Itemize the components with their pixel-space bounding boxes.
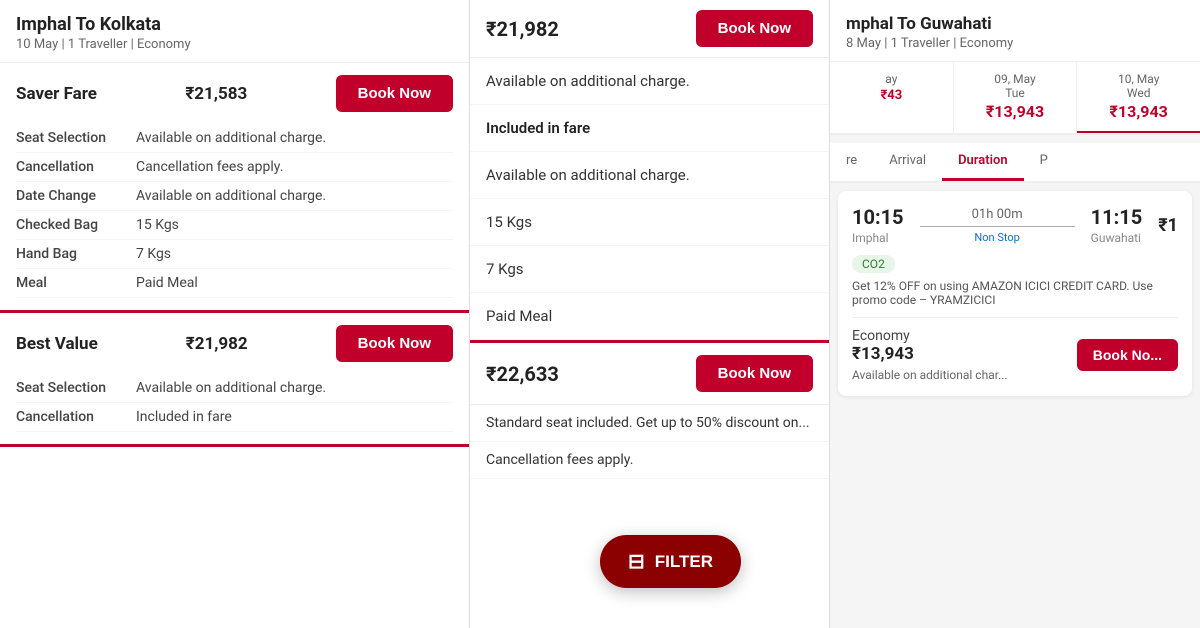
best-value-0: Available on additional charge. — [136, 380, 326, 396]
saver-value-5: Paid Meal — [136, 275, 198, 291]
mid-bottom-item-1: Cancellation fees apply. — [470, 442, 829, 479]
mid-item-0: Available on additional charge. — [470, 58, 829, 105]
tab-p[interactable]: P — [1024, 143, 1064, 181]
mid-item-4: 7 Kgs — [470, 246, 829, 293]
economy-price: ₹13,943 — [852, 344, 1008, 364]
economy-label: Economy — [852, 328, 1008, 344]
stop-line — [920, 226, 1075, 227]
depart-airport: Imphal — [852, 231, 904, 245]
saver-value-3: 15 Kgs — [136, 217, 179, 233]
saver-label-1: Cancellation — [16, 159, 136, 175]
duration-text: 01h 00m — [920, 207, 1075, 222]
right-flight-title: mphal To Guwahati — [846, 14, 1184, 34]
best-value-book-button[interactable]: Book Now — [336, 325, 453, 362]
right-flight-subtitle: 8 May | 1 Traveller | Economy — [846, 36, 1184, 51]
date-day-1: 09, May — [962, 72, 1069, 86]
date-item-0[interactable]: ay ₹43 — [830, 62, 954, 133]
saver-value-1: Cancellation fees apply. — [136, 159, 283, 175]
best-value-name: Best Value — [16, 334, 98, 354]
left-header: Imphal To Kolkata 10 May | 1 Traveller |… — [0, 0, 469, 63]
economy-book-button[interactable]: Book No... — [1077, 339, 1178, 371]
mid-bottom-price-row: ₹22,633 Book Now — [470, 343, 829, 405]
saver-fare-header: Saver Fare ₹21,583 Book Now — [16, 75, 453, 112]
tab-row: re Arrival Duration P — [830, 143, 1200, 183]
date-price-0: ₹43 — [838, 88, 945, 103]
saver-value-4: 7 Kgs — [136, 246, 171, 262]
best-value-section: Best Value ₹21,982 Book Now Seat Selecti… — [0, 313, 469, 447]
mid-item-1: Included in fare — [470, 105, 829, 152]
saver-value-2: Available on additional charge. — [136, 188, 326, 204]
tab-duration[interactable]: Duration — [942, 143, 1024, 181]
mid-item-2: Available on additional charge. — [470, 152, 829, 199]
mid-top-book-button[interactable]: Book Now — [696, 10, 813, 47]
left-panel: Imphal To Kolkata 10 May | 1 Traveller |… — [0, 0, 470, 628]
arrive-time: 11:15 — [1091, 205, 1143, 229]
date-item-2[interactable]: 10, May Wed ₹13,943 — [1077, 62, 1200, 133]
co2-row: CO2 — [852, 253, 1178, 273]
date-day-0: ay — [838, 72, 945, 86]
flight-duration-info: 01h 00m Non Stop — [920, 207, 1075, 244]
mid-bottom-book-button[interactable]: Book Now — [696, 355, 813, 392]
date-label-1: Tue — [962, 86, 1069, 100]
best-value-1: Included in fare — [136, 409, 232, 425]
right-header: mphal To Guwahati 8 May | 1 Traveller | … — [830, 0, 1200, 62]
right-panel: mphal To Guwahati 8 May | 1 Traveller | … — [830, 0, 1200, 628]
date-label-2: Wed — [1085, 86, 1192, 100]
depart-info: 10:15 Imphal — [852, 205, 904, 245]
filter-label: FILTER — [655, 552, 713, 572]
best-row-0: Seat Selection Available on additional c… — [16, 374, 453, 403]
depart-time: 10:15 — [852, 205, 904, 229]
saver-row-1: Cancellation Cancellation fees apply. — [16, 153, 453, 182]
best-value-header: Best Value ₹21,982 Book Now — [16, 325, 453, 362]
saver-fare-name: Saver Fare — [16, 84, 97, 104]
arrive-info: 11:15 Guwahati — [1091, 205, 1143, 245]
saver-label-0: Seat Selection — [16, 130, 136, 146]
mid-top-price: ₹21,982 — [486, 17, 559, 41]
saver-label-4: Hand Bag — [16, 246, 136, 262]
flight-price-partial: ₹1 — [1158, 215, 1178, 236]
saver-row-2: Date Change Available on additional char… — [16, 182, 453, 211]
date-price-2: ₹13,943 — [1085, 102, 1192, 121]
best-label-0: Seat Selection — [16, 380, 136, 396]
saver-fare-price: ₹21,583 — [185, 84, 247, 104]
mid-bottom-price: ₹22,633 — [486, 362, 559, 386]
mid-item-5: Paid Meal — [470, 293, 829, 340]
best-label-1: Cancellation — [16, 409, 136, 425]
promo-text: Get 12% OFF on using AMAZON ICICI CREDIT… — [852, 279, 1178, 307]
middle-panel: ₹21,982 Book Now Available on additional… — [470, 0, 830, 628]
date-price-1: ₹13,943 — [962, 102, 1069, 121]
mid-bottom-item-0: Standard seat included. Get up to 50% di… — [470, 405, 829, 442]
saver-label-2: Date Change — [16, 188, 136, 204]
arrive-airport: Guwahati — [1091, 231, 1143, 245]
saver-fare-section: Saver Fare ₹21,583 Book Now Seat Selecti… — [0, 63, 469, 313]
filter-icon: ⊟ — [628, 549, 645, 574]
tab-re[interactable]: re — [830, 143, 873, 181]
left-flight-title: Imphal To Kolkata — [16, 14, 453, 35]
date-item-1[interactable]: 09, May Tue ₹13,943 — [954, 62, 1078, 133]
tab-arrival[interactable]: Arrival — [873, 143, 942, 181]
date-day-2: 10, May — [1085, 72, 1192, 86]
best-value-price: ₹21,982 — [186, 334, 248, 354]
mid-top-price-row: ₹21,982 Book Now — [470, 0, 829, 58]
saver-row-4: Hand Bag 7 Kgs — [16, 240, 453, 269]
stop-label: Non Stop — [920, 231, 1075, 244]
saver-row-0: Seat Selection Available on additional c… — [16, 124, 453, 153]
saver-label-3: Checked Bag — [16, 217, 136, 233]
mid-item-3: 15 Kgs — [470, 199, 829, 246]
saver-row-5: Meal Paid Meal — [16, 269, 453, 298]
saver-row-3: Checked Bag 15 Kgs — [16, 211, 453, 240]
saver-value-0: Available on additional charge. — [136, 130, 326, 146]
flight-row: 10:15 Imphal 01h 00m Non Stop 11:15 Guwa… — [852, 205, 1178, 245]
avail-text: Available on additional char... — [852, 368, 1008, 382]
best-row-1: Cancellation Included in fare — [16, 403, 453, 432]
left-flight-subtitle: 10 May | 1 Traveller | Economy — [16, 37, 453, 52]
saver-book-button[interactable]: Book Now — [336, 75, 453, 112]
economy-row: Economy ₹13,943 Available on additional … — [852, 317, 1178, 382]
flight-card: 10:15 Imphal 01h 00m Non Stop 11:15 Guwa… — [838, 191, 1192, 396]
co2-badge: CO2 — [852, 255, 895, 273]
filter-button[interactable]: ⊟ FILTER — [600, 535, 741, 588]
saver-label-5: Meal — [16, 275, 136, 291]
date-selector: ay ₹43 09, May Tue ₹13,943 10, May Wed ₹… — [830, 62, 1200, 135]
economy-info: Economy ₹13,943 Available on additional … — [852, 328, 1008, 382]
